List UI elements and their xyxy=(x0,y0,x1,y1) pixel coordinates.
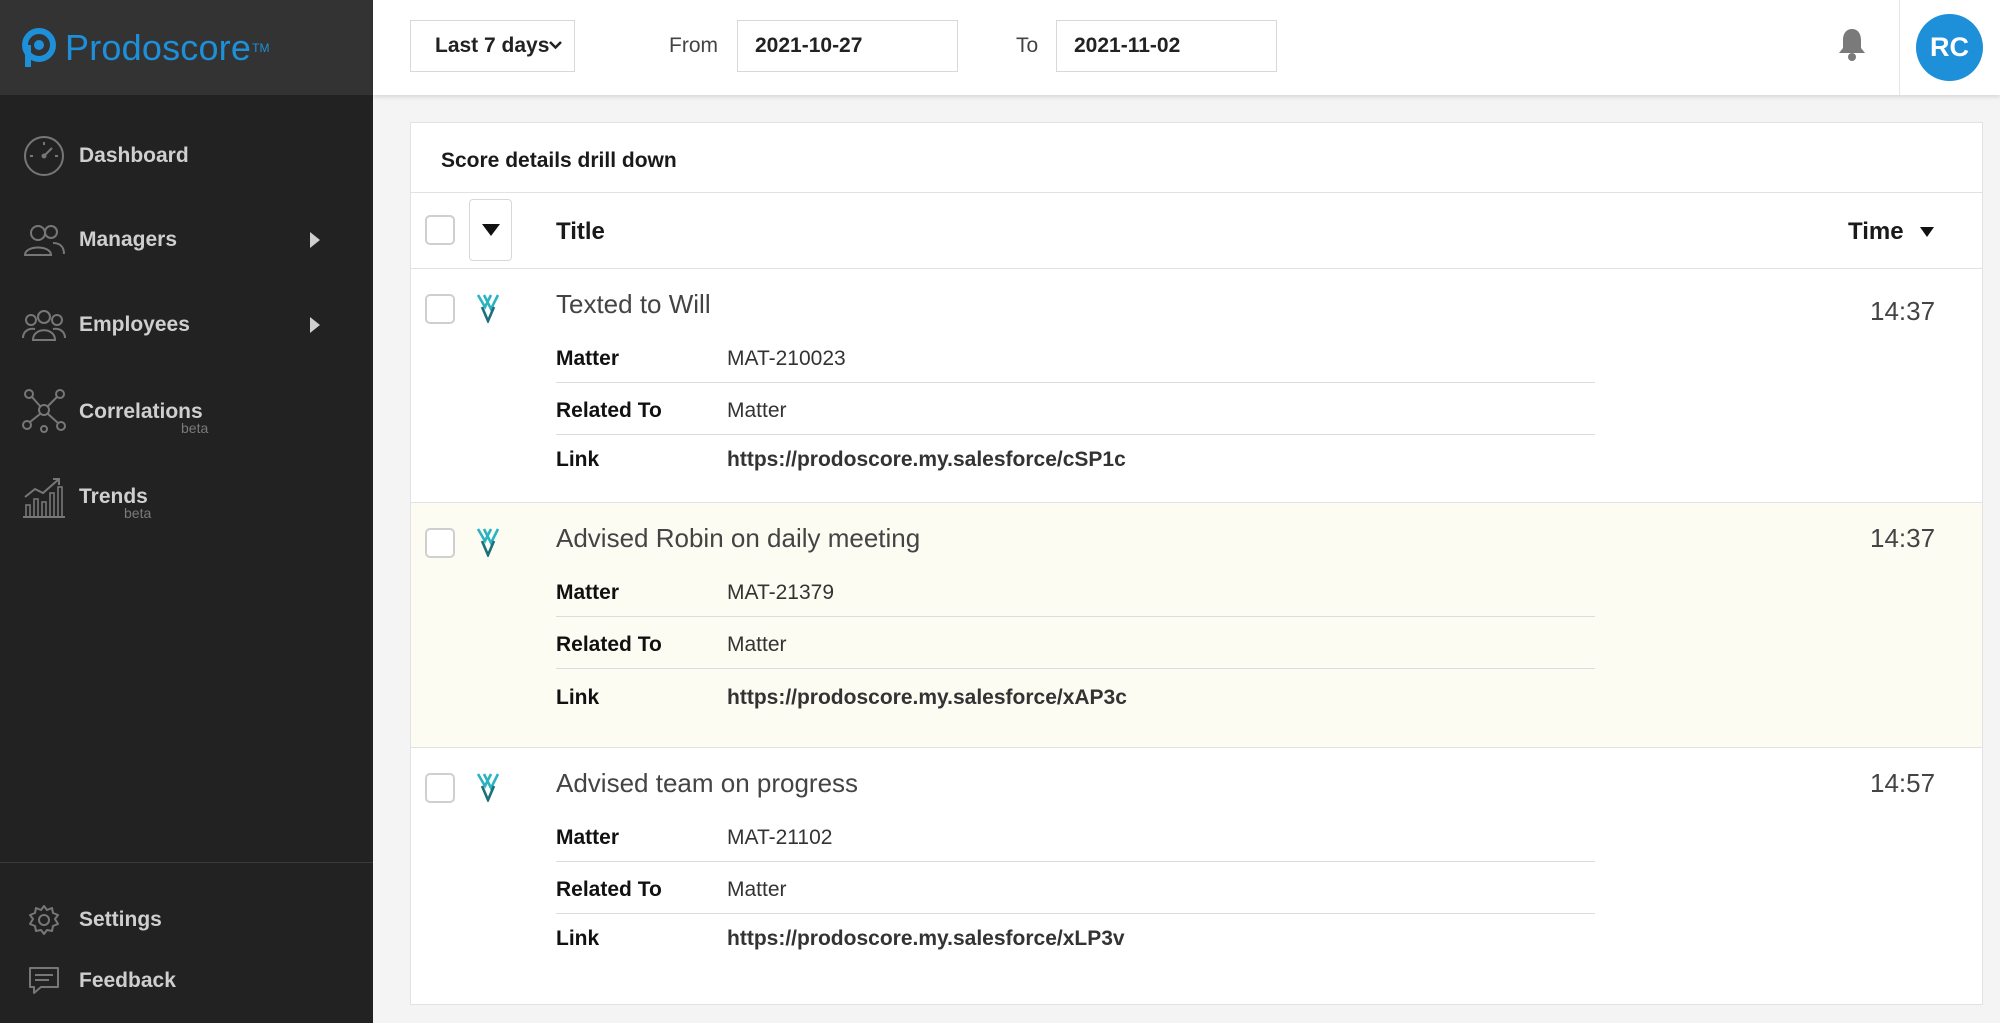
table-row[interactable]: Advised Robin on daily meeting 14:37 Mat… xyxy=(411,503,1982,748)
brand-name: Prodoscore xyxy=(65,26,252,68)
detail-key: Related To xyxy=(556,633,662,656)
row-title: Advised Robin on daily meeting xyxy=(556,523,921,553)
avatar[interactable]: RC xyxy=(1916,14,1983,81)
detail-key: Link xyxy=(556,686,600,709)
row-title: Texted to Will xyxy=(556,289,711,319)
detail-matter: Matter MAT-210023 xyxy=(556,332,1595,383)
brand-trademark: TM xyxy=(252,40,270,55)
select-all-checkbox[interactable] xyxy=(425,215,455,245)
detail-key: Link xyxy=(556,927,600,950)
beta-badge: beta xyxy=(181,420,209,436)
detail-link: Link https://prodoscore.my.salesforce/cS… xyxy=(556,433,1595,484)
detail-related-to: Related To Matter xyxy=(556,863,1595,914)
detail-key: Related To xyxy=(556,399,662,422)
detail-link: Link https://prodoscore.my.salesforce/xL… xyxy=(556,912,1595,963)
bar-trend-icon xyxy=(21,474,67,520)
detail-related-to: Related To Matter xyxy=(556,384,1595,435)
detail-value: MAT-21102 xyxy=(727,826,833,849)
row-checkbox[interactable] xyxy=(425,294,455,324)
sidebar-item-label: Feedback xyxy=(79,969,176,992)
row-checkbox[interactable] xyxy=(425,528,455,558)
detail-value: Matter xyxy=(727,878,787,901)
chat-icon xyxy=(21,958,67,1004)
detail-key: Matter xyxy=(556,581,620,604)
source-app-icon xyxy=(476,528,500,557)
panel-title: Score details drill down xyxy=(441,149,677,172)
detail-matter: Matter MAT-21102 xyxy=(556,811,1595,862)
detail-value: Matter xyxy=(727,399,787,422)
sidebar: Prodoscore TM Dashboard Managers Employe… xyxy=(0,0,373,1023)
chevron-down-icon xyxy=(549,41,562,50)
sidebar-item-trends[interactable]: Trends beta xyxy=(0,467,373,527)
table-row[interactable]: Advised team on progress 14:57 Matter MA… xyxy=(411,748,1982,1004)
detail-value: MAT-21379 xyxy=(727,581,834,604)
logo[interactable]: Prodoscore TM xyxy=(0,0,373,95)
header-divider xyxy=(1899,0,1900,95)
detail-matter: Matter MAT-21379 xyxy=(556,566,1595,617)
row-time: 14:37 xyxy=(1870,296,1936,326)
table-header: Title Time xyxy=(411,192,1982,269)
caret-right-icon xyxy=(310,232,320,248)
source-app-icon xyxy=(476,294,500,323)
gear-icon xyxy=(21,897,67,943)
notification-bell-icon[interactable] xyxy=(1837,26,1867,62)
table-row[interactable]: Texted to Will 14:37 Matter MAT-210023 R… xyxy=(411,269,1982,503)
column-header-time[interactable]: Time xyxy=(1848,218,1904,246)
sidebar-item-employees[interactable]: Employees xyxy=(0,295,373,355)
sidebar-item-settings[interactable]: Settings xyxy=(0,890,373,950)
detail-link-value[interactable]: https://prodoscore.my.salesforce/xAP3c xyxy=(727,686,1127,710)
prodoscore-logo-icon xyxy=(22,27,56,67)
sidebar-divider xyxy=(0,862,373,863)
bulk-actions-dropdown[interactable] xyxy=(469,199,512,261)
users-icon xyxy=(21,217,67,263)
sidebar-item-label: Dashboard xyxy=(79,144,189,167)
detail-related-to: Related To Matter xyxy=(556,618,1595,669)
row-time: 14:57 xyxy=(1870,768,1936,798)
sidebar-item-dashboard[interactable]: Dashboard xyxy=(0,126,373,186)
score-details-panel: Score details drill down Title Time Text… xyxy=(410,122,1983,1005)
date-range-select[interactable]: Last 7 days xyxy=(410,20,575,72)
network-icon xyxy=(21,387,67,433)
group-icon xyxy=(21,302,67,348)
sort-desc-icon[interactable] xyxy=(1920,227,1934,237)
sidebar-item-feedback[interactable]: Feedback xyxy=(0,951,373,1011)
sidebar-item-label: Managers xyxy=(79,228,178,251)
detail-key: Matter xyxy=(556,347,620,370)
detail-key: Link xyxy=(556,448,600,471)
caret-right-icon xyxy=(310,317,320,333)
column-header-title[interactable]: Title xyxy=(556,218,605,246)
date-range-value: Last 7 days xyxy=(435,34,550,57)
detail-link-value[interactable]: https://prodoscore.my.salesforce/cSP1c xyxy=(727,448,1126,472)
sidebar-item-label: Settings xyxy=(79,908,162,931)
row-time: 14:37 xyxy=(1870,523,1936,553)
row-checkbox[interactable] xyxy=(425,773,455,803)
detail-value: MAT-210023 xyxy=(727,347,846,370)
top-bar: Last 7 days From To RC xyxy=(373,0,2000,95)
beta-badge: beta xyxy=(124,505,152,521)
detail-value: Matter xyxy=(727,633,787,656)
from-date-input[interactable] xyxy=(737,20,958,72)
detail-key: Matter xyxy=(556,826,620,849)
sidebar-item-managers[interactable]: Managers xyxy=(0,210,373,270)
detail-link: Link https://prodoscore.my.salesforce/xA… xyxy=(556,671,1595,722)
from-label: From xyxy=(669,34,718,57)
sidebar-item-label: Employees xyxy=(79,313,190,336)
caret-down-icon xyxy=(482,224,500,236)
to-label: To xyxy=(1016,34,1039,57)
to-date-input[interactable] xyxy=(1056,20,1277,72)
row-title: Advised team on progress xyxy=(556,768,859,798)
gauge-icon xyxy=(21,133,67,179)
source-app-icon xyxy=(476,773,500,802)
detail-key: Related To xyxy=(556,878,662,901)
detail-link-value[interactable]: https://prodoscore.my.salesforce/xLP3v xyxy=(727,927,1125,951)
user-initials: RC xyxy=(1930,32,1969,62)
sidebar-item-correlations[interactable]: Correlations beta xyxy=(0,380,373,440)
